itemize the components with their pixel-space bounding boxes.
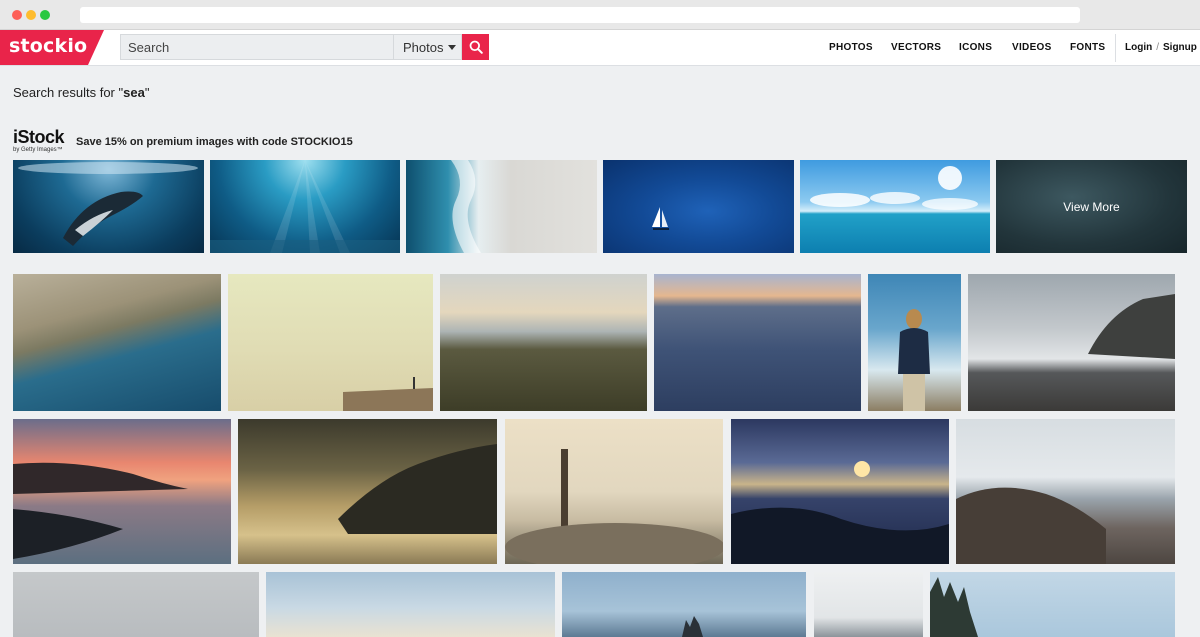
photo-sunset-cliffs[interactable] xyxy=(13,419,231,564)
window-close-dot[interactable] xyxy=(12,10,22,20)
photo-person-waves[interactable] xyxy=(868,274,961,411)
search-input[interactable] xyxy=(120,34,393,60)
address-bar[interactable] xyxy=(80,7,1080,23)
search-results-heading: Search results for "sea" xyxy=(13,85,149,100)
logo-text: stockio xyxy=(9,35,88,57)
nav-videos[interactable]: VIDEOS xyxy=(1012,30,1052,65)
istock-logo[interactable]: iStock by Getty Images™ xyxy=(13,127,65,153)
signup-link[interactable]: Signup xyxy=(1163,42,1197,53)
window-minimize-dot[interactable] xyxy=(26,10,36,20)
premium-photo-sailboat[interactable] xyxy=(603,160,794,253)
auth-separator: / xyxy=(1156,42,1159,53)
premium-photo-underwater[interactable] xyxy=(210,160,400,253)
istock-brand-sub: by Getty Images™ xyxy=(13,147,63,153)
photo-pier-haze[interactable] xyxy=(228,274,433,411)
photo-forest-shore[interactable] xyxy=(930,572,1175,637)
results-suffix: " xyxy=(144,85,150,100)
photo-white-sky[interactable] xyxy=(814,572,923,637)
premium-photo-sky-ocean[interactable] xyxy=(800,160,990,253)
nav-icons[interactable]: ICONS xyxy=(959,30,992,65)
photo-golden-headland[interactable] xyxy=(238,419,497,564)
magnifier-icon xyxy=(469,40,483,54)
nav-vectors[interactable]: VECTORS xyxy=(891,30,941,65)
istock-brand: iStock xyxy=(13,127,65,147)
photo-calm-water-sunset[interactable] xyxy=(654,274,861,411)
window-maximize-dot[interactable] xyxy=(40,10,50,20)
auth-links: Login / Signup xyxy=(1125,30,1197,65)
photo-pale-horizon[interactable] xyxy=(266,572,555,637)
search-type-label: Photos xyxy=(403,39,444,55)
results-query: sea xyxy=(123,85,145,100)
nav-photos[interactable]: PHOTOS xyxy=(829,30,873,65)
search-type-select[interactable]: Photos xyxy=(393,34,462,60)
photo-night-sunset[interactable] xyxy=(731,419,949,564)
site-header: stockio Photos PHOTOS VECTORS ICONS VIDE… xyxy=(0,30,1200,66)
promo-text: Save 15% on premium images with code STO… xyxy=(76,136,353,148)
view-more-link[interactable]: View More xyxy=(996,160,1187,253)
stockio-logo[interactable]: stockio xyxy=(0,30,104,65)
nav-fonts[interactable]: FONTS xyxy=(1070,30,1105,65)
premium-photo-beach-aerial[interactable] xyxy=(406,160,597,253)
caret-down-icon xyxy=(448,44,457,50)
header-divider xyxy=(1115,34,1116,62)
photo-cliff-beach[interactable] xyxy=(968,274,1175,411)
login-link[interactable]: Login xyxy=(1125,42,1152,53)
photo-rocky-shore[interactable] xyxy=(956,419,1175,564)
browser-chrome xyxy=(0,0,1200,30)
search-button[interactable] xyxy=(462,34,489,60)
photo-post-rocks[interactable] xyxy=(505,419,723,564)
photo-coastal-town[interactable] xyxy=(440,274,647,411)
photo-foggy-sea[interactable] xyxy=(13,572,259,637)
photo-sea-stacks[interactable] xyxy=(562,572,806,637)
photo-coast-aerial[interactable] xyxy=(13,274,221,411)
results-prefix: Search results for " xyxy=(13,85,124,100)
premium-photo-whale[interactable] xyxy=(13,160,204,253)
